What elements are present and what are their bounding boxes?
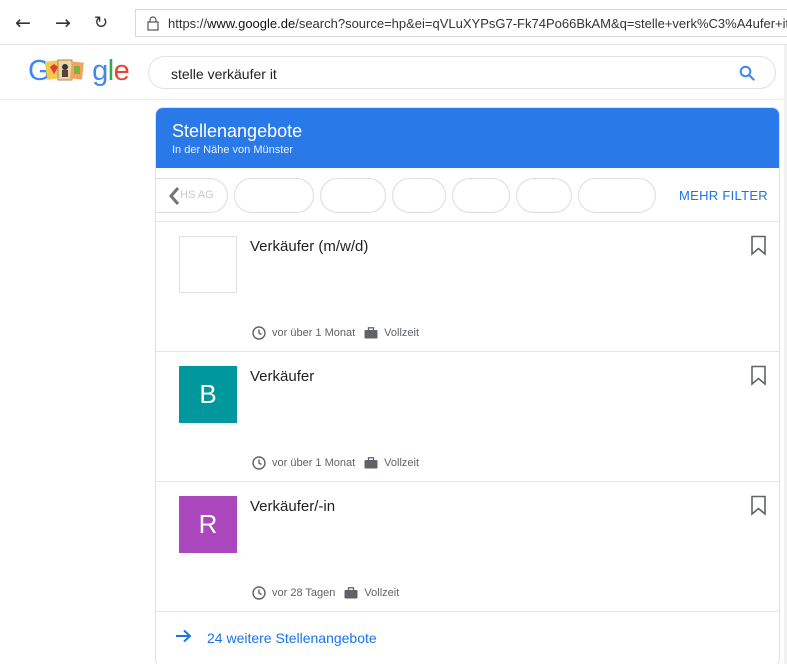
company-logo: R — [179, 496, 237, 553]
filter-chip-company[interactable]: HS AG — [156, 178, 228, 213]
job-meta: vor 28 Tagen Vollzeit — [252, 586, 399, 600]
filter-chip[interactable] — [516, 178, 572, 213]
posted-time: vor 28 Tagen — [272, 587, 336, 599]
search-icon[interactable] — [739, 65, 755, 81]
briefcase-icon — [344, 587, 358, 599]
clock-icon — [252, 586, 266, 600]
job-meta: vor über 1 Monat Vollzeit — [252, 456, 419, 470]
job-meta: vor über 1 Monat Vollzeit — [252, 326, 419, 340]
url-host: www.google.de — [207, 16, 296, 31]
company-logo — [179, 236, 237, 293]
filter-chip[interactable] — [234, 178, 314, 213]
refresh-icon[interactable]: ↻ — [88, 10, 114, 36]
filter-chip-label: HS AG — [180, 189, 214, 201]
address-bar[interactable]: https://www.google.de/search?source=hp&e… — [135, 9, 787, 37]
company-logo: B — [179, 366, 237, 423]
job-title[interactable]: Verkäufer/-in — [250, 498, 335, 515]
arrow-right-icon — [176, 629, 192, 643]
chevron-left-icon[interactable] — [168, 186, 180, 206]
lock-icon — [147, 16, 159, 31]
search-box[interactable] — [148, 56, 776, 89]
bookmark-icon[interactable] — [750, 365, 767, 386]
google-header: Ggle — [0, 45, 787, 100]
jobs-card-header[interactable]: Stellenangebote In der Nähe von Münster — [156, 108, 779, 168]
browser-toolbar: ← → ↻ https://www.google.de/search?sourc… — [0, 0, 787, 45]
employment-type: Vollzeit — [364, 587, 400, 599]
clock-icon — [252, 456, 266, 470]
bookmark-icon[interactable] — [750, 495, 767, 516]
briefcase-icon — [364, 457, 378, 469]
filter-chip[interactable] — [392, 178, 446, 213]
jobs-location-subtitle: In der Nähe von Münster — [172, 144, 294, 156]
clock-icon — [252, 326, 266, 340]
job-listing[interactable]: Verkäufer (m/w/d) vor über 1 Monat Vollz… — [156, 222, 779, 352]
posted-time: vor über 1 Monat — [272, 457, 356, 469]
back-arrow-icon[interactable]: ← — [10, 10, 36, 36]
bookmark-icon[interactable] — [750, 235, 767, 256]
more-jobs-label: 24 weitere Stellenangebote — [207, 630, 377, 646]
filter-chip[interactable] — [578, 178, 656, 213]
filter-chip[interactable] — [320, 178, 386, 213]
posted-time: vor über 1 Monat — [272, 327, 356, 339]
job-title[interactable]: Verkäufer (m/w/d) — [250, 238, 368, 255]
briefcase-icon — [364, 327, 378, 339]
filter-chips-row: HS AG MEHR FILTER — [156, 168, 779, 222]
logo-letter-g2: g — [92, 55, 108, 87]
employment-type: Vollzeit — [384, 457, 420, 469]
doodle-picture-icon — [45, 59, 84, 81]
forward-arrow-icon[interactable]: → — [50, 10, 76, 36]
job-listing[interactable]: R Verkäufer/-in vor 28 Tagen Vollzeit — [156, 482, 779, 612]
jobs-card: Stellenangebote In der Nähe von Münster … — [155, 107, 780, 664]
more-jobs-link[interactable]: 24 weitere Stellenangebote — [156, 612, 779, 662]
jobs-title: Stellenangebote — [172, 121, 303, 141]
logo-letter-e: e — [113, 55, 130, 87]
search-input[interactable] — [171, 66, 711, 82]
url-text: https://www.google.de/search?source=hp&e… — [168, 16, 787, 31]
url-path: /search?source=hp&ei=qVLuXYPsG7-Fk74Po66… — [295, 16, 787, 31]
filter-chip[interactable] — [452, 178, 510, 213]
url-prefix: https:// — [168, 16, 208, 31]
employment-type: Vollzeit — [384, 327, 420, 339]
job-title[interactable]: Verkäufer — [250, 368, 314, 385]
job-listing[interactable]: B Verkäufer vor über 1 Monat Vollzeit — [156, 352, 779, 482]
more-filter-button[interactable]: MEHR FILTER — [679, 188, 768, 203]
